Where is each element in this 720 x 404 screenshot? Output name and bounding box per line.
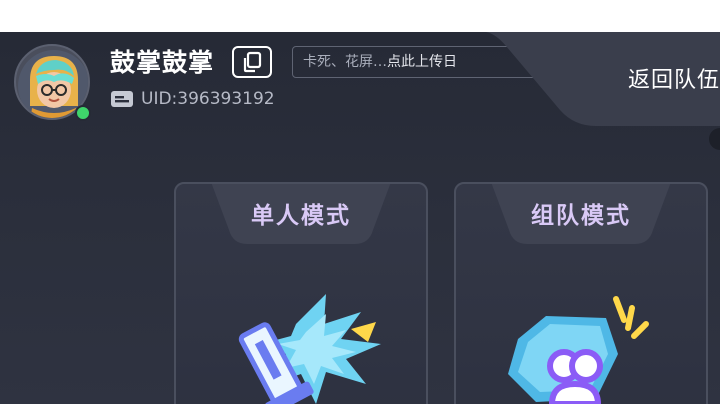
return-to-team-button[interactable]: 返回队伍 bbox=[486, 32, 720, 126]
player-nickname: 鼓掌鼓掌 bbox=[110, 48, 215, 77]
sword-burst-icon bbox=[238, 294, 381, 404]
single-mode-card[interactable]: 单人模式 bbox=[174, 182, 428, 404]
copy-button[interactable] bbox=[232, 46, 272, 78]
team-mode-tab: 组队模式 bbox=[491, 184, 671, 246]
uid-row: UID:396393192 bbox=[111, 87, 275, 111]
single-mode-title: 单人模式 bbox=[251, 203, 351, 229]
return-to-team-label: 返回队伍 bbox=[628, 68, 720, 93]
scroll-handle[interactable] bbox=[709, 128, 720, 150]
team-mode-title: 组队模式 bbox=[531, 203, 631, 229]
copy-icon bbox=[243, 51, 262, 73]
team-mode-card[interactable]: 组队模式 bbox=[454, 182, 708, 404]
uid-text: UID:396393192 bbox=[141, 89, 275, 109]
game-lobby-screen: 鼓掌鼓掌 卡死、花屏…点此上传日 UID:396393192 返回队伍 单人模式… bbox=[0, 32, 720, 404]
online-status-dot bbox=[75, 105, 91, 121]
single-mode-tab: 单人模式 bbox=[211, 184, 391, 246]
feedback-hint: 卡死、花屏… bbox=[303, 54, 387, 70]
team-gem-icon bbox=[508, 296, 649, 404]
feedback-action: 点此上传日 bbox=[387, 54, 457, 70]
id-card-icon bbox=[111, 91, 133, 107]
